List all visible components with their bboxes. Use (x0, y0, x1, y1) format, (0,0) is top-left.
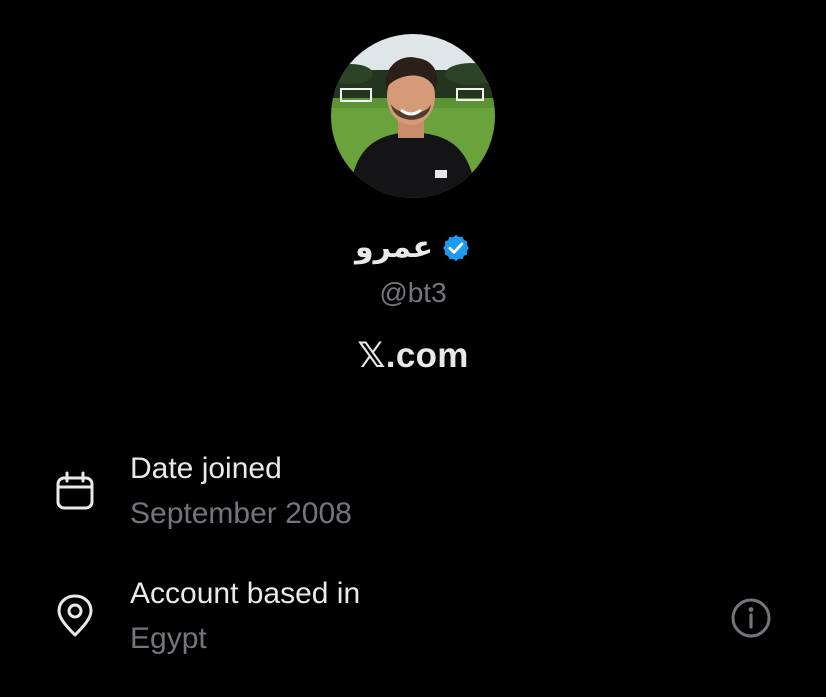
avatar-photo (331, 34, 495, 198)
display-name: عمرو (355, 230, 433, 265)
date-joined-title: Date joined (130, 452, 282, 485)
calendar-icon (56, 471, 94, 510)
site-label[interactable]: 𝕏.com (0, 334, 826, 378)
profile-handle: @bt3 (379, 277, 447, 308)
account-based-in-value: Egypt (130, 622, 207, 655)
verified-badge-icon[interactable] (441, 233, 471, 263)
account-based-in-title: Account based in (130, 577, 361, 610)
account-based-in-row: Account based in Egypt (0, 573, 826, 663)
location-pin-icon (57, 594, 93, 637)
date-joined-row: Date joined September 2008 (0, 448, 826, 538)
date-joined-value: September 2008 (130, 497, 352, 530)
info-icon[interactable] (728, 595, 774, 641)
profile-avatar[interactable] (331, 34, 495, 198)
name-row: عمرو (0, 226, 826, 270)
